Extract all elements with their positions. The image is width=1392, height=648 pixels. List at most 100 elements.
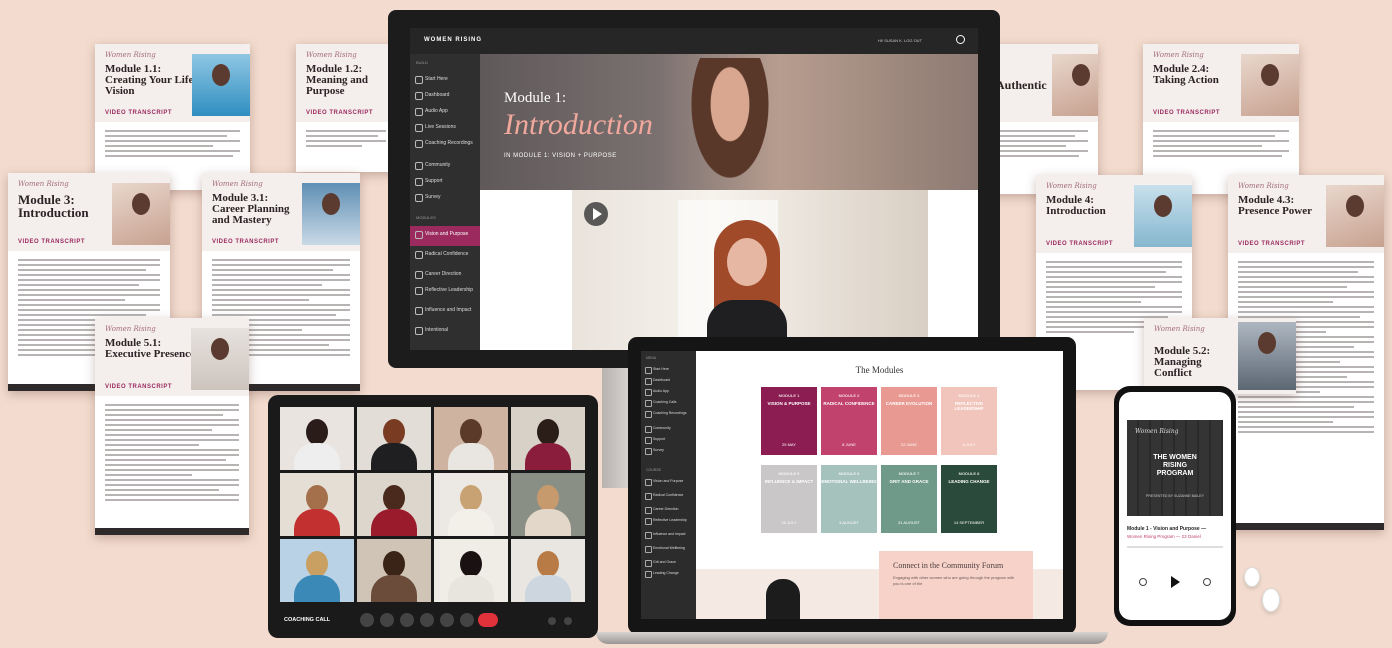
transcript-doc-5-1: Women Rising Module 5.1: Executive Prese… [95,318,249,535]
doc-title: Module 1.1: Creating Your Life Vision [105,63,194,97]
module-item-active[interactable]: Vision and Purpose [410,226,480,246]
rewind-icon[interactable] [1139,578,1147,586]
chat-icon[interactable] [440,613,454,627]
progress-bar[interactable] [1127,546,1223,548]
brand-script: Women Rising [1238,182,1289,190]
video-player[interactable] [572,190,928,350]
nav-item[interactable]: Audio App [641,386,696,397]
share-icon[interactable] [400,613,414,627]
participant-tile[interactable] [434,539,508,602]
nav-item[interactable]: Survey [410,189,480,205]
doc-photo [1238,322,1296,390]
search-icon[interactable] [956,35,965,44]
video-call-grid [280,407,586,607]
doc-subtitle: VIDEO TRANSCRIPT [306,110,374,116]
settings-icon[interactable] [548,617,556,625]
participant-tile[interactable] [357,539,431,602]
nav-item[interactable]: Support [410,173,480,189]
module-tile[interactable]: MODULE 1 VISION & PURPOSE 25 MAY [761,387,817,455]
participant-tile[interactable] [511,539,585,602]
forum-title: Connect in the Community Forum [893,561,1004,570]
doc-photo [1326,185,1384,247]
camera-icon[interactable] [380,613,394,627]
module-tile[interactable]: MODULE 8 LEADING CHANGE 14 SEPTEMBER [941,465,997,533]
module-item[interactable]: Radical Confidence [641,490,696,504]
forward-icon[interactable] [1203,578,1211,586]
module-item[interactable]: Influence and Impact [410,302,480,322]
doc-footer [1228,523,1384,530]
phone-screen: Women Rising THE WOMEN RISING PROGRAM PR… [1119,392,1231,620]
participant-tile[interactable] [434,473,508,536]
module-tile-name: VISION & PURPOSE [767,401,811,406]
nav-item[interactable]: Start Here [641,364,696,375]
participant-tile[interactable] [280,539,354,602]
module-item[interactable]: Grit and Grace [641,557,696,568]
mic-icon[interactable] [360,613,374,627]
module-item[interactable]: Reflective Leadership [641,515,696,529]
nav-item[interactable]: Support [641,434,696,445]
module-tile-number: MODULE 6 [838,471,860,476]
play-icon[interactable] [1171,576,1180,588]
participant-tile[interactable] [357,473,431,536]
doc-subtitle: VIDEO TRANSCRIPT [18,239,86,245]
nav-item[interactable]: Coaching Recordings [641,408,696,423]
record-icon[interactable] [460,613,474,627]
module-tile[interactable]: MODULE 6 EMOTIONAL WELLBEING 3 AUGUST [821,465,877,533]
nav-item[interactable]: Community [410,157,480,173]
top-bar: WOMEN RISING HI! SUSAN K. LOG OUT [410,28,978,54]
module-item[interactable]: Emotional Wellbeing [641,543,696,557]
module-tile-number: MODULE 4 [958,393,980,398]
module-item[interactable]: Career Direction [641,504,696,515]
module-item[interactable]: Reflective Leadership [410,282,480,302]
participant-tile[interactable] [280,473,354,536]
album-brand: Women Rising [1135,428,1179,435]
doc-title: Module 4.3: Presence Power [1238,194,1313,217]
doc-subtitle: VIDEO TRANSCRIPT [212,239,280,245]
doc-title: Module 4: Introduction [1046,194,1106,217]
nav-item[interactable]: Live Sessions [410,119,480,135]
end-call-icon[interactable] [478,613,498,627]
brand-script: Women Rising [18,180,69,188]
module-item[interactable]: Influence and Impact [641,529,696,543]
module-tile-name: RADICAL CONFIDENCE [823,401,875,406]
nav-item[interactable]: Coaching Calls [641,397,696,408]
module-tile-name: LEADING CHANGE [948,479,990,484]
module-item[interactable]: Career Direction [410,266,480,282]
module-tile[interactable]: MODULE 2 RADICAL CONFIDENCE 8 JUNE [821,387,877,455]
nav-item[interactable]: Community [641,423,696,434]
module-item[interactable]: Vision and Purpose [641,476,696,490]
forum-card[interactable]: Connect in the Community Forum Engaging … [879,551,1033,619]
laptop-screen: MENU Start Here Dashboard Audio App Coac… [641,351,1063,619]
more-icon[interactable] [564,617,572,625]
module-tile[interactable]: MODULE 5 INFLUENCE & IMPACT 20 JULY [761,465,817,533]
participant-tile[interactable] [357,407,431,470]
participant-tile[interactable] [511,473,585,536]
nav-item[interactable]: Dashboard [641,375,696,386]
doc-photo [302,183,360,245]
doc-subtitle: VIDEO TRANSCRIPT [1153,110,1221,116]
nav-item[interactable]: Dashboard [410,87,480,103]
user-menu[interactable]: HI! SUSAN K. LOG OUT [878,38,922,43]
participant-tile[interactable] [511,407,585,470]
nav-item[interactable]: Coaching Recordings [410,135,480,157]
participant-tile[interactable] [280,407,354,470]
site-logo[interactable]: WOMEN RISING [424,37,482,43]
nav-item[interactable]: Start Here [410,71,480,87]
module-item[interactable]: Intentional [410,322,480,338]
module-tile-date: 6 JULY [962,442,976,447]
hero-photo [685,58,775,190]
module-item[interactable]: Radical Confidence [410,246,480,266]
participants-icon[interactable] [420,613,434,627]
module-item[interactable]: Leading Change [641,568,696,579]
doc-photo [1052,54,1098,116]
nav-item[interactable]: Survey [641,445,696,456]
play-icon[interactable] [584,202,608,226]
nav-item[interactable]: Audio App [410,103,480,119]
doc-photo [191,328,249,390]
module-tile[interactable]: MODULE 7 GRIT AND GRACE 31 AUGUST [881,465,937,533]
participant-tile[interactable] [434,407,508,470]
modules-heading-main: The Modules [855,365,904,375]
doc-footer [95,528,249,535]
module-tile[interactable]: MODULE 3 CAREER EVOLUTION 22 JUNE [881,387,937,455]
module-tile[interactable]: MODULE 4 REFLECTIVE LEADERSHIP 6 JULY [941,387,997,455]
